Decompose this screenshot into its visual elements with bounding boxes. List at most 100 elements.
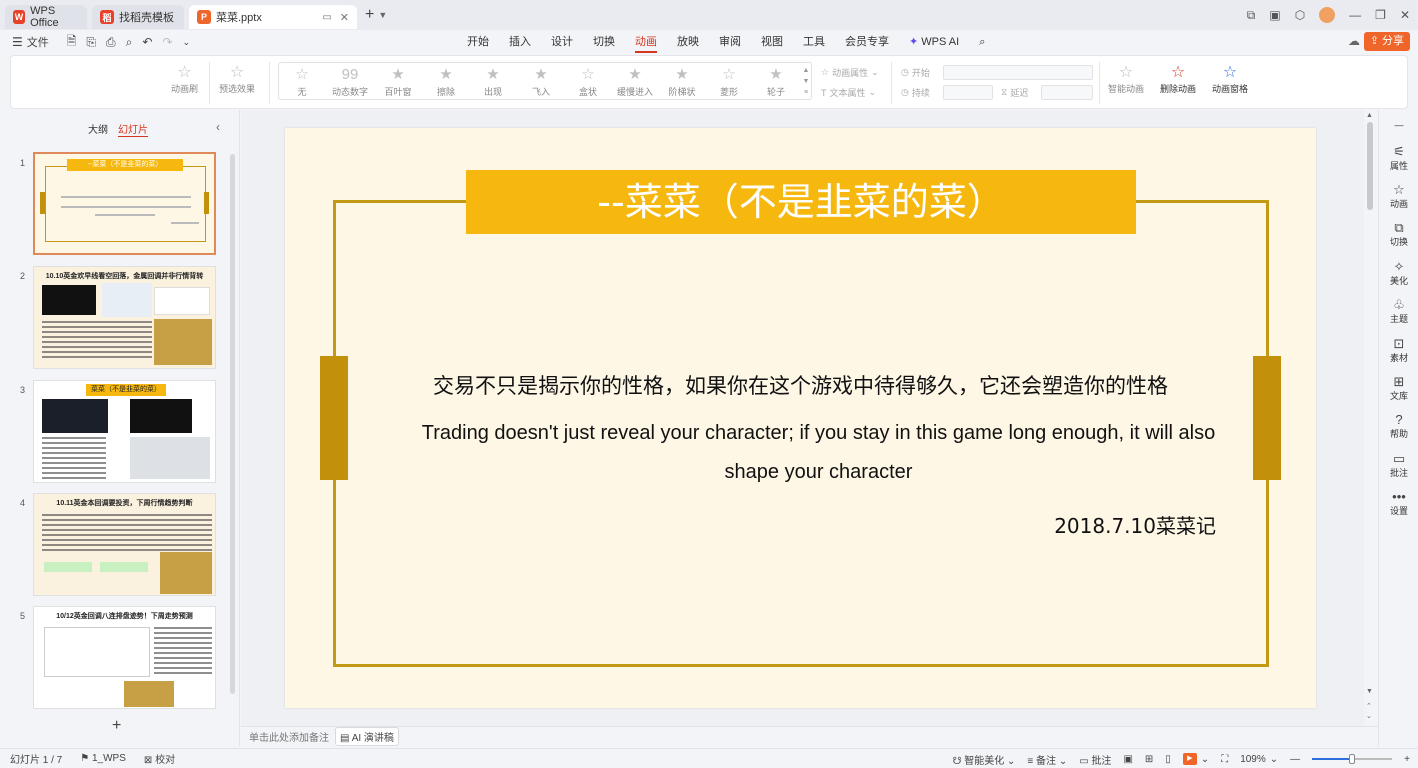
undo-icon[interactable]: ↶ [142, 35, 152, 49]
search-icon[interactable]: ⌕ [969, 30, 995, 54]
window-icon[interactable]: ▭ [322, 12, 331, 23]
sorter-view-icon[interactable]: ⊞ [1145, 754, 1153, 765]
collapse-sidebar-icon[interactable]: — [1379, 120, 1418, 130]
minimize-icon[interactable]: — [1349, 8, 1361, 22]
screenshot-icon[interactable]: ⧉ [1247, 8, 1256, 23]
layout-icon[interactable]: ▣ [1269, 8, 1280, 22]
tab-wps-ai[interactable]: ✦ WPS AI [899, 30, 969, 54]
tab-slides[interactable]: 幻灯片 [118, 121, 148, 137]
close-tab-icon[interactable]: ✕ [340, 11, 349, 24]
restore-icon[interactable]: ❐ [1375, 8, 1386, 22]
preview-effect-button[interactable]: ☆ 预选效果 [219, 64, 255, 95]
current-slide[interactable]: --菜菜（不是韭菜的菜） 交易不只是揭示你的性格，如果你在这个游戏中待得够久，它… [285, 128, 1316, 708]
add-slide-button[interactable]: + [112, 717, 121, 735]
cube-icon[interactable]: ⬡ [1295, 8, 1305, 22]
panel-scrollbar[interactable] [230, 154, 235, 694]
next-slide-icon[interactable]: ⌄ [1366, 712, 1372, 720]
tab-review[interactable]: 审阅 [709, 30, 751, 54]
tab-wps-office[interactable]: W WPS Office [5, 5, 87, 29]
comments-toggle[interactable]: ▭ 批注 [1079, 752, 1111, 767]
anim-diamond[interactable]: ☆ 菱形 [706, 65, 752, 98]
share-button[interactable]: ⇪ 分享 [1363, 32, 1410, 51]
chevron-down-icon[interactable]: ⌄ [1201, 754, 1209, 765]
collapse-icon[interactable]: ‹ [216, 120, 220, 134]
smart-beautify-button[interactable]: ☋ 智能美化 ⌄ [953, 752, 1016, 767]
ai-speech-button[interactable]: ▤ AI 演讲稿 [335, 727, 399, 746]
avatar[interactable] [1319, 7, 1336, 23]
duration-input[interactable] [943, 85, 993, 100]
slide-thumbnail-4[interactable]: 10.11英金本回调要投资，下周行情趋势判断 [33, 493, 216, 596]
tab-animation[interactable]: 动画 [625, 30, 667, 54]
more-icon[interactable]: ≡ [804, 89, 808, 96]
tab-member[interactable]: 会员专享 [835, 30, 899, 54]
sidebar-transition[interactable]: ⧉ 切换 [1379, 220, 1418, 248]
sidebar-help[interactable]: ? 帮助 [1379, 412, 1418, 440]
start-select[interactable] [943, 65, 1093, 80]
sidebar-settings[interactable]: ••• 设置 [1379, 489, 1418, 517]
slide-thumbnail-1[interactable]: --菜菜（不是韭菜的菜） [33, 152, 216, 255]
anim-stairs[interactable]: ★ 阶梯状 [659, 65, 705, 98]
chevron-up-icon[interactable]: ▲ [1366, 112, 1373, 119]
slide-thumbnail-3[interactable]: 菜菜（不是韭菜的菜） [33, 380, 216, 483]
tab-view[interactable]: 视图 [751, 30, 793, 54]
anim-wheel[interactable]: ★ 轮子 [753, 65, 799, 98]
animation-brush-button[interactable]: ☆ 动画刷 [171, 64, 198, 95]
delete-animation-button[interactable]: ☆ 删除动画 [1160, 64, 1196, 95]
close-window-icon[interactable]: ✕ [1400, 8, 1410, 22]
normal-view-icon[interactable]: ▣ [1123, 754, 1132, 765]
save-icon[interactable]: 🗎 [67, 32, 77, 53]
notes-toggle[interactable]: ≡ 备注 ⌄ [1027, 752, 1067, 767]
new-tab-button[interactable]: + [365, 6, 374, 24]
zoom-slider[interactable] [1312, 754, 1393, 764]
editor-scrollbar[interactable]: ▲ ▼ ⌃ ⌄ [1364, 110, 1378, 726]
chevron-down-icon[interactable]: ▼ [378, 10, 387, 20]
slide-title[interactable]: --菜菜（不是韭菜的菜） [466, 170, 1136, 234]
animation-properties[interactable]: ☆ 动画属性 ⌄ [821, 66, 879, 79]
redo-icon[interactable]: ↷ [162, 35, 172, 49]
zoom-knob[interactable] [1349, 754, 1356, 764]
tab-insert[interactable]: 插入 [499, 30, 541, 54]
sidebar-theme[interactable]: ♧ 主题 [1379, 297, 1418, 325]
tab-document[interactable]: P 菜菜.pptx ▭ ✕ [189, 5, 357, 29]
anim-crawl-in[interactable]: ★ 缓慢进入 [612, 65, 658, 98]
file-menu[interactable]: 文件 [27, 34, 49, 50]
chevron-down-icon[interactable]: ⌄ [1270, 754, 1278, 765]
quote-chinese[interactable]: 交易不只是揭示你的性格，如果你在这个游戏中待得够久，它还会塑造你的性格 [285, 370, 1316, 400]
chevron-down-icon[interactable]: ⌄ [183, 37, 191, 48]
sidebar-beautify[interactable]: ✧ 美化 [1379, 259, 1418, 287]
notes-placeholder[interactable]: 单击此处添加备注 [249, 729, 329, 744]
scroll-thumb[interactable] [1367, 122, 1373, 210]
sidebar-library[interactable]: ⊞ 文库 [1379, 374, 1418, 402]
tab-transition[interactable]: 切换 [583, 30, 625, 54]
quote-english[interactable]: Trading doesn't just reveal your charact… [421, 414, 1216, 492]
sidebar-properties[interactable]: ⚟ 属性 [1379, 144, 1418, 172]
export-icon[interactable]: ⎘ [86, 35, 96, 50]
tab-slideshow[interactable]: 放映 [667, 30, 709, 54]
theme-name[interactable]: ⚑ 1_WPS [80, 753, 126, 764]
fit-window-icon[interactable]: ⛶ [1221, 754, 1228, 765]
tab-design[interactable]: 设计 [541, 30, 583, 54]
anim-wipe[interactable]: ★ 擦除 [423, 65, 469, 98]
tab-home[interactable]: 开始 [457, 30, 499, 54]
sidebar-materials[interactable]: ⊡ 素材 [1379, 336, 1418, 364]
slide-thumbnail-5[interactable]: 10/12英金回调八连排盘迹势！下周走势预测 [33, 606, 216, 709]
anim-box[interactable]: ☆ 盒状 [565, 65, 611, 98]
anim-fly-in[interactable]: ★ 飞入 [518, 65, 564, 98]
chevron-down-icon[interactable]: ▼ [803, 78, 810, 85]
tab-tools[interactable]: 工具 [793, 30, 835, 54]
sidebar-animation[interactable]: ☆ 动画 [1379, 182, 1418, 210]
chevron-up-icon[interactable]: ▲ [803, 67, 810, 74]
prev-slide-icon[interactable]: ⌃ [1366, 702, 1372, 710]
zoom-level[interactable]: 109% [1240, 754, 1266, 765]
hamburger-icon[interactable]: ☰ [12, 35, 23, 49]
smart-animation-button[interactable]: ☆ 智能动画 [1108, 64, 1144, 95]
print-icon[interactable]: ⎙ [106, 35, 116, 50]
zoom-out-icon[interactable]: — [1290, 754, 1300, 765]
print-preview-icon[interactable]: ⌕ [126, 35, 133, 50]
cloud-sync-icon[interactable]: ☁ [1348, 34, 1360, 48]
anim-appear[interactable]: ★ 出现 [470, 65, 516, 98]
signature-date[interactable]: 2018.7.10菜菜记 [1054, 510, 1216, 539]
animation-pane-button[interactable]: ☆ 动画窗格 [1212, 64, 1248, 95]
text-properties[interactable]: T 文本属性 ⌄ [821, 86, 876, 99]
tab-outline[interactable]: 大纲 [88, 121, 108, 137]
